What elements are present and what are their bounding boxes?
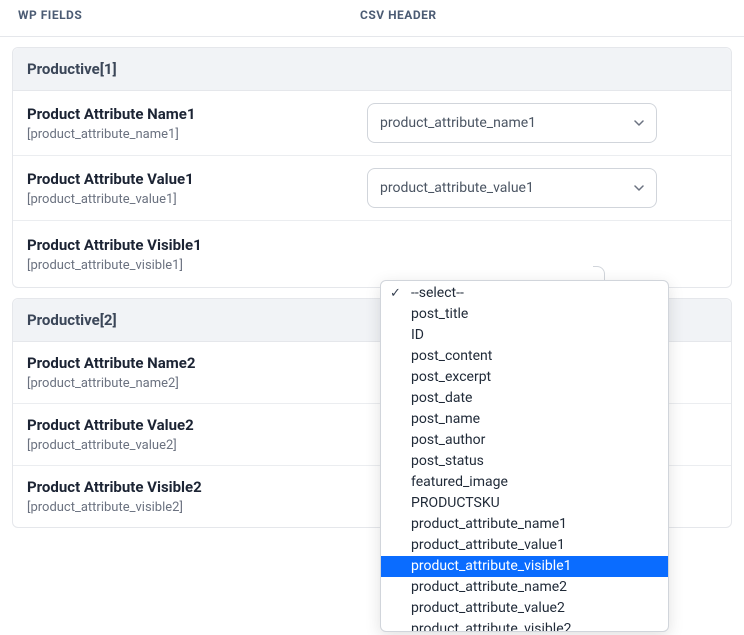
dropdown-option[interactable]: PRODUCTSKU xyxy=(381,493,668,514)
csv-header-select[interactable]: product_attribute_name1 xyxy=(367,103,657,143)
dropdown-option[interactable]: product_attribute_value2 xyxy=(381,598,668,619)
group-header: Productive[1] xyxy=(13,48,731,91)
field-row: Product Attribute Visible1 [product_attr… xyxy=(13,221,731,287)
chevron-down-icon xyxy=(634,120,644,126)
field-row: Product Attribute Value1 [product_attrib… xyxy=(13,156,731,221)
dropdown-option[interactable]: product_attribute_visible1 xyxy=(381,556,668,577)
dropdown-option[interactable]: post_author xyxy=(381,430,668,451)
dropdown-option[interactable]: post_excerpt xyxy=(381,367,668,388)
dropdown-option[interactable]: product_attribute_visible2 xyxy=(381,619,668,632)
field-label: Product Attribute Name1 xyxy=(27,105,367,123)
dropdown-option[interactable]: post_title xyxy=(381,304,668,325)
field-slug: [product_attribute_visible2] xyxy=(27,500,367,515)
csv-header-dropdown[interactable]: --select--post_titleIDpost_contentpost_e… xyxy=(380,280,669,632)
select-value: product_attribute_name1 xyxy=(380,115,536,131)
field-slug: [product_attribute_visible1] xyxy=(27,258,367,273)
field-row: Product Attribute Name1 [product_attribu… xyxy=(13,91,731,156)
dropdown-option[interactable]: post_content xyxy=(381,346,668,367)
csv-header-select[interactable]: product_attribute_value1 xyxy=(367,168,657,208)
field-label: Product Attribute Value2 xyxy=(27,416,367,434)
group-productive-1: Productive[1] Product Attribute Name1 [p… xyxy=(12,47,732,288)
field-slug: [product_attribute_value1] xyxy=(27,192,367,207)
field-slug: [product_attribute_value2] xyxy=(27,438,367,453)
field-label: Product Attribute Value1 xyxy=(27,170,367,188)
column-headers: WP FIELDS CSV HEADER xyxy=(0,0,744,37)
select-value: product_attribute_value1 xyxy=(380,180,534,196)
chevron-down-icon xyxy=(634,185,644,191)
header-wp-fields: WP FIELDS xyxy=(18,8,360,22)
field-slug: [product_attribute_name1] xyxy=(27,127,367,142)
dropdown-option[interactable]: product_attribute_name1 xyxy=(381,514,668,535)
header-csv-header: CSV HEADER xyxy=(360,8,726,22)
dropdown-option[interactable]: ID xyxy=(381,325,668,346)
field-slug: [product_attribute_name2] xyxy=(27,376,367,391)
dropdown-option[interactable]: --select-- xyxy=(381,283,668,304)
dropdown-option[interactable]: product_attribute_name2 xyxy=(381,577,668,598)
field-label: Product Attribute Visible2 xyxy=(27,478,367,496)
dropdown-option[interactable]: product_attribute_value1 xyxy=(381,535,668,556)
field-label: Product Attribute Visible1 xyxy=(27,236,367,254)
dropdown-option[interactable]: post_date xyxy=(381,388,668,409)
dropdown-option[interactable]: featured_image xyxy=(381,472,668,493)
field-label: Product Attribute Name2 xyxy=(27,354,367,372)
dropdown-option[interactable]: post_status xyxy=(381,451,668,472)
dropdown-option[interactable]: post_name xyxy=(381,409,668,430)
